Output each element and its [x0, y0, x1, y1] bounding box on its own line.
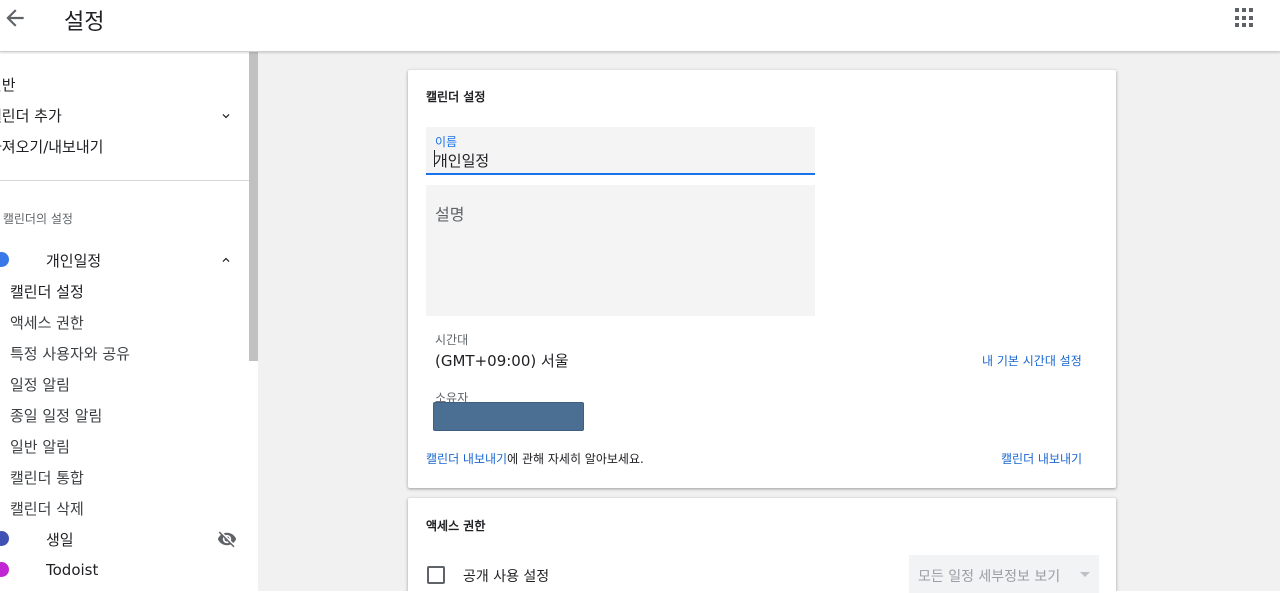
sub-item-share-with-people[interactable]: 특정 사용자와 공유	[10, 343, 130, 364]
visibility-select-value: 모든 일정 세부정보 보기	[918, 569, 1061, 585]
calendar-color-dot	[0, 531, 9, 546]
sidebar-item-general[interactable]: 일반	[0, 74, 16, 95]
timezone-label: 시간대	[435, 333, 469, 347]
sub-item-access-permissions[interactable]: 액세스 권한	[10, 312, 84, 333]
visibility-off-icon[interactable]	[217, 529, 237, 549]
sidebar-item-add-calendar[interactable]: 캘린더 추가	[0, 105, 62, 126]
export-help-link[interactable]: 캘린더 내보내기	[426, 452, 507, 466]
calendar-settings-title: 캘린더 설정	[426, 90, 486, 104]
export-help-suffix: 에 관해 자세히 알아보세요.	[507, 452, 644, 466]
sidebar-divider	[0, 180, 249, 181]
calendar-name-field[interactable]: 이름 개인일정	[426, 127, 815, 175]
dropdown-arrow-icon	[1080, 572, 1090, 577]
sidebar-scrollbar[interactable]	[249, 52, 258, 361]
calendar-name-label: 이름	[435, 135, 458, 149]
back-arrow-icon[interactable]	[2, 5, 28, 31]
calendar-color-dot	[0, 252, 9, 267]
description-placeholder: 설명	[435, 205, 465, 224]
visibility-select[interactable]: 모든 일정 세부정보 보기	[909, 555, 1099, 593]
access-permissions-title: 액세스 권한	[426, 519, 486, 533]
calendar-item-todoist[interactable]: Todoist	[46, 561, 98, 579]
text-caret	[434, 150, 435, 167]
content-scrollbar-track[interactable]	[1273, 52, 1280, 591]
sub-item-general-notifications[interactable]: 일반 알림	[10, 436, 70, 457]
calendar-color-dot	[0, 562, 9, 577]
calendar-name-value[interactable]: 개인일정	[434, 150, 489, 171]
my-calendars-section-label: 내 캘린더의 설정	[0, 212, 73, 226]
owner-redacted-box	[433, 402, 584, 431]
calendar-settings-card: 캘린더 설정 이름 개인일정 설명 시간대 (GMT+09:00) 서울 내 기…	[408, 70, 1116, 488]
sidebar-item-import-export[interactable]: 가져오기/내보내기	[0, 136, 103, 157]
calendar-item-birthdays[interactable]: 생일	[46, 529, 74, 550]
sub-item-all-day-notifications[interactable]: 종일 일정 알림	[10, 405, 102, 426]
export-calendar-button[interactable]: 캘린더 내보내기	[1001, 450, 1082, 467]
chevron-down-icon[interactable]	[219, 109, 233, 123]
sub-item-event-notifications[interactable]: 일정 알림	[10, 374, 70, 395]
calendar-item-personal[interactable]: 개인일정	[46, 250, 101, 271]
timezone-value: (GMT+09:00) 서울	[435, 352, 569, 370]
description-field[interactable]: 설명	[426, 185, 815, 316]
sub-item-integrate-calendar[interactable]: 캘린더 통합	[10, 467, 84, 488]
settings-content: 캘린더 설정 이름 개인일정 설명 시간대 (GMT+09:00) 서울 내 기…	[258, 52, 1280, 591]
chevron-up-icon[interactable]	[219, 253, 233, 267]
export-help-text: 캘린더 내보내기에 관해 자세히 알아보세요.	[426, 450, 644, 467]
default-timezone-link[interactable]: 내 기본 시간대 설정	[982, 352, 1082, 369]
apps-grid-icon[interactable]	[1235, 8, 1255, 28]
settings-sidebar: 일반 캘린더 추가 가져오기/내보내기 내 캘린더의 설정 개인일정 캘린더 설…	[0, 52, 258, 591]
sub-item-delete-calendar[interactable]: 캘린더 삭제	[10, 498, 84, 519]
public-checkbox[interactable]	[427, 566, 445, 584]
page-title: 설정	[64, 10, 105, 35]
top-bar: 설정	[0, 0, 1280, 52]
sub-item-calendar-settings[interactable]: 캘린더 설정	[10, 281, 84, 302]
